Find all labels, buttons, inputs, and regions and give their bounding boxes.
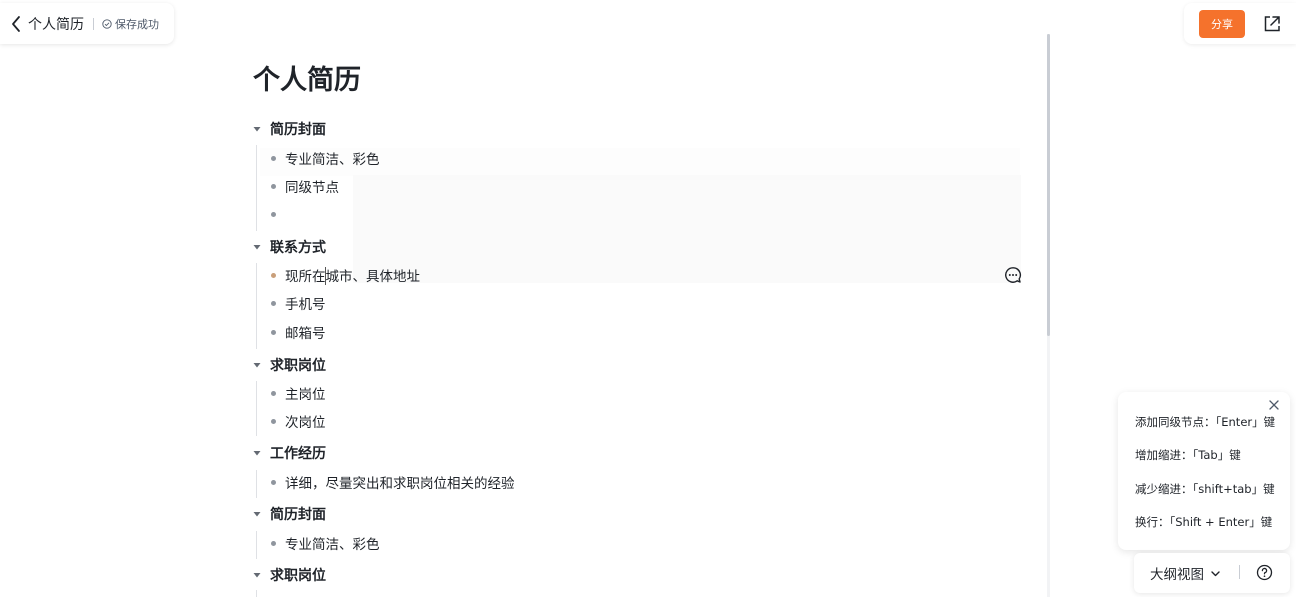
heading-label: 简历封面 [270, 122, 326, 138]
outline-item[interactable]: 主岗位 [271, 382, 326, 404]
share-button[interactable]: 分享 [1199, 10, 1245, 38]
children-guide [256, 590, 257, 597]
item-label: 专业简洁、彩色 [285, 152, 380, 168]
comment-icon[interactable] [1004, 266, 1022, 284]
item-label: 主岗位 [285, 387, 326, 403]
outline-heading[interactable]: 简历封面 [250, 118, 326, 140]
children-guide [256, 470, 257, 498]
heading-label: 工作经历 [270, 446, 326, 462]
outline-item[interactable]: 专业简洁、彩色 [271, 532, 380, 554]
view-select[interactable]: 大纲视图 [1150, 563, 1221, 583]
shortcut-hint: 添加同级节点：「Enter」键 [1135, 415, 1276, 429]
outline-item[interactable]: 同级节点 [271, 175, 339, 197]
outline-item[interactable] [271, 203, 285, 225]
divider [1239, 565, 1240, 579]
shortcut-hint: 增加缩进：「Tab」键 [1135, 448, 1241, 462]
bullet-icon[interactable] [271, 390, 276, 396]
save-status: 保存成功 [102, 16, 159, 32]
scrollbar-thumb[interactable] [1047, 34, 1050, 336]
help-circle-icon[interactable] [1256, 564, 1273, 581]
children-guide [256, 381, 257, 436]
heading-label: 联系方式 [270, 240, 326, 256]
caret-down-icon[interactable] [252, 509, 262, 519]
bullet-icon[interactable] [271, 418, 276, 424]
item-label: 详细，尽量突出和求职岗位相关的经验 [285, 476, 515, 492]
external-link-icon[interactable] [1262, 14, 1282, 34]
bullet-icon[interactable] [271, 540, 276, 546]
outline-item[interactable]: 邮箱号 [271, 321, 326, 343]
bullet-icon[interactable] [271, 211, 276, 217]
bullet-icon[interactable] [271, 329, 276, 335]
outline-item[interactable]: 专业简洁、彩色 [271, 147, 380, 169]
bullet-icon[interactable] [271, 479, 276, 485]
outline-item-active[interactable]: 现所在城市、具体地址 [271, 264, 420, 286]
shortcut-hint: 减少缩进：「shift+tab」键 [1135, 482, 1275, 496]
save-status-text: 保存成功 [115, 17, 159, 31]
outline-item[interactable]: 次岗位 [271, 410, 326, 432]
outline-heading[interactable]: 简历封面 [250, 503, 326, 525]
outline-heading[interactable]: 联系方式 [250, 236, 326, 258]
outline-item[interactable]: 手机号 [271, 292, 326, 314]
heading-label: 简历封面 [270, 507, 326, 523]
caret-down-icon[interactable] [252, 360, 262, 370]
doc-title-top: 个人简历 [28, 16, 84, 33]
children-guide [256, 145, 257, 231]
item-label: 邮箱号 [285, 326, 326, 342]
outline-heading[interactable]: 求职岗位 [250, 564, 326, 586]
bullet-icon[interactable] [271, 272, 276, 278]
chevron-left-icon [12, 15, 20, 32]
item-label: 专业简洁、彩色 [285, 537, 380, 553]
back-button[interactable] [5, 13, 27, 35]
close-icon[interactable] [1268, 399, 1280, 411]
outline-heading[interactable]: 工作经历 [250, 442, 326, 464]
item-label: 手机号 [285, 297, 326, 313]
item-label: 同级节点 [285, 180, 339, 196]
caret-down-icon[interactable] [252, 242, 262, 252]
caret-down-icon[interactable] [252, 570, 262, 580]
check-circle-icon [102, 18, 112, 29]
heading-label: 求职岗位 [270, 358, 326, 374]
bullet-icon[interactable] [271, 183, 276, 189]
item-label[interactable]: 现所在城市、具体地址 [285, 265, 420, 285]
outline-heading[interactable]: 求职岗位 [250, 354, 326, 376]
caret-down-icon[interactable] [252, 448, 262, 458]
divider [93, 17, 94, 30]
page-title[interactable]: 个人简历 [253, 58, 361, 97]
title-bar: 个人简历 保存成功 [0, 3, 174, 44]
row-hover-bg [353, 175, 1021, 283]
view-select-label: 大纲视图 [1150, 567, 1204, 583]
item-label: 次岗位 [285, 415, 326, 431]
shortcut-hint: 换行：「Shift + Enter」键 [1135, 515, 1273, 529]
text-cursor [325, 267, 326, 285]
chevron-down-icon [1211, 570, 1220, 576]
heading-label: 求职岗位 [270, 568, 326, 584]
children-guide [256, 531, 257, 559]
bullet-icon[interactable] [271, 300, 276, 306]
bullet-icon[interactable] [271, 155, 276, 161]
outline-item[interactable]: 详细，尽量突出和求职岗位相关的经验 [271, 471, 515, 493]
caret-down-icon[interactable] [252, 124, 262, 134]
children-guide [256, 263, 257, 349]
